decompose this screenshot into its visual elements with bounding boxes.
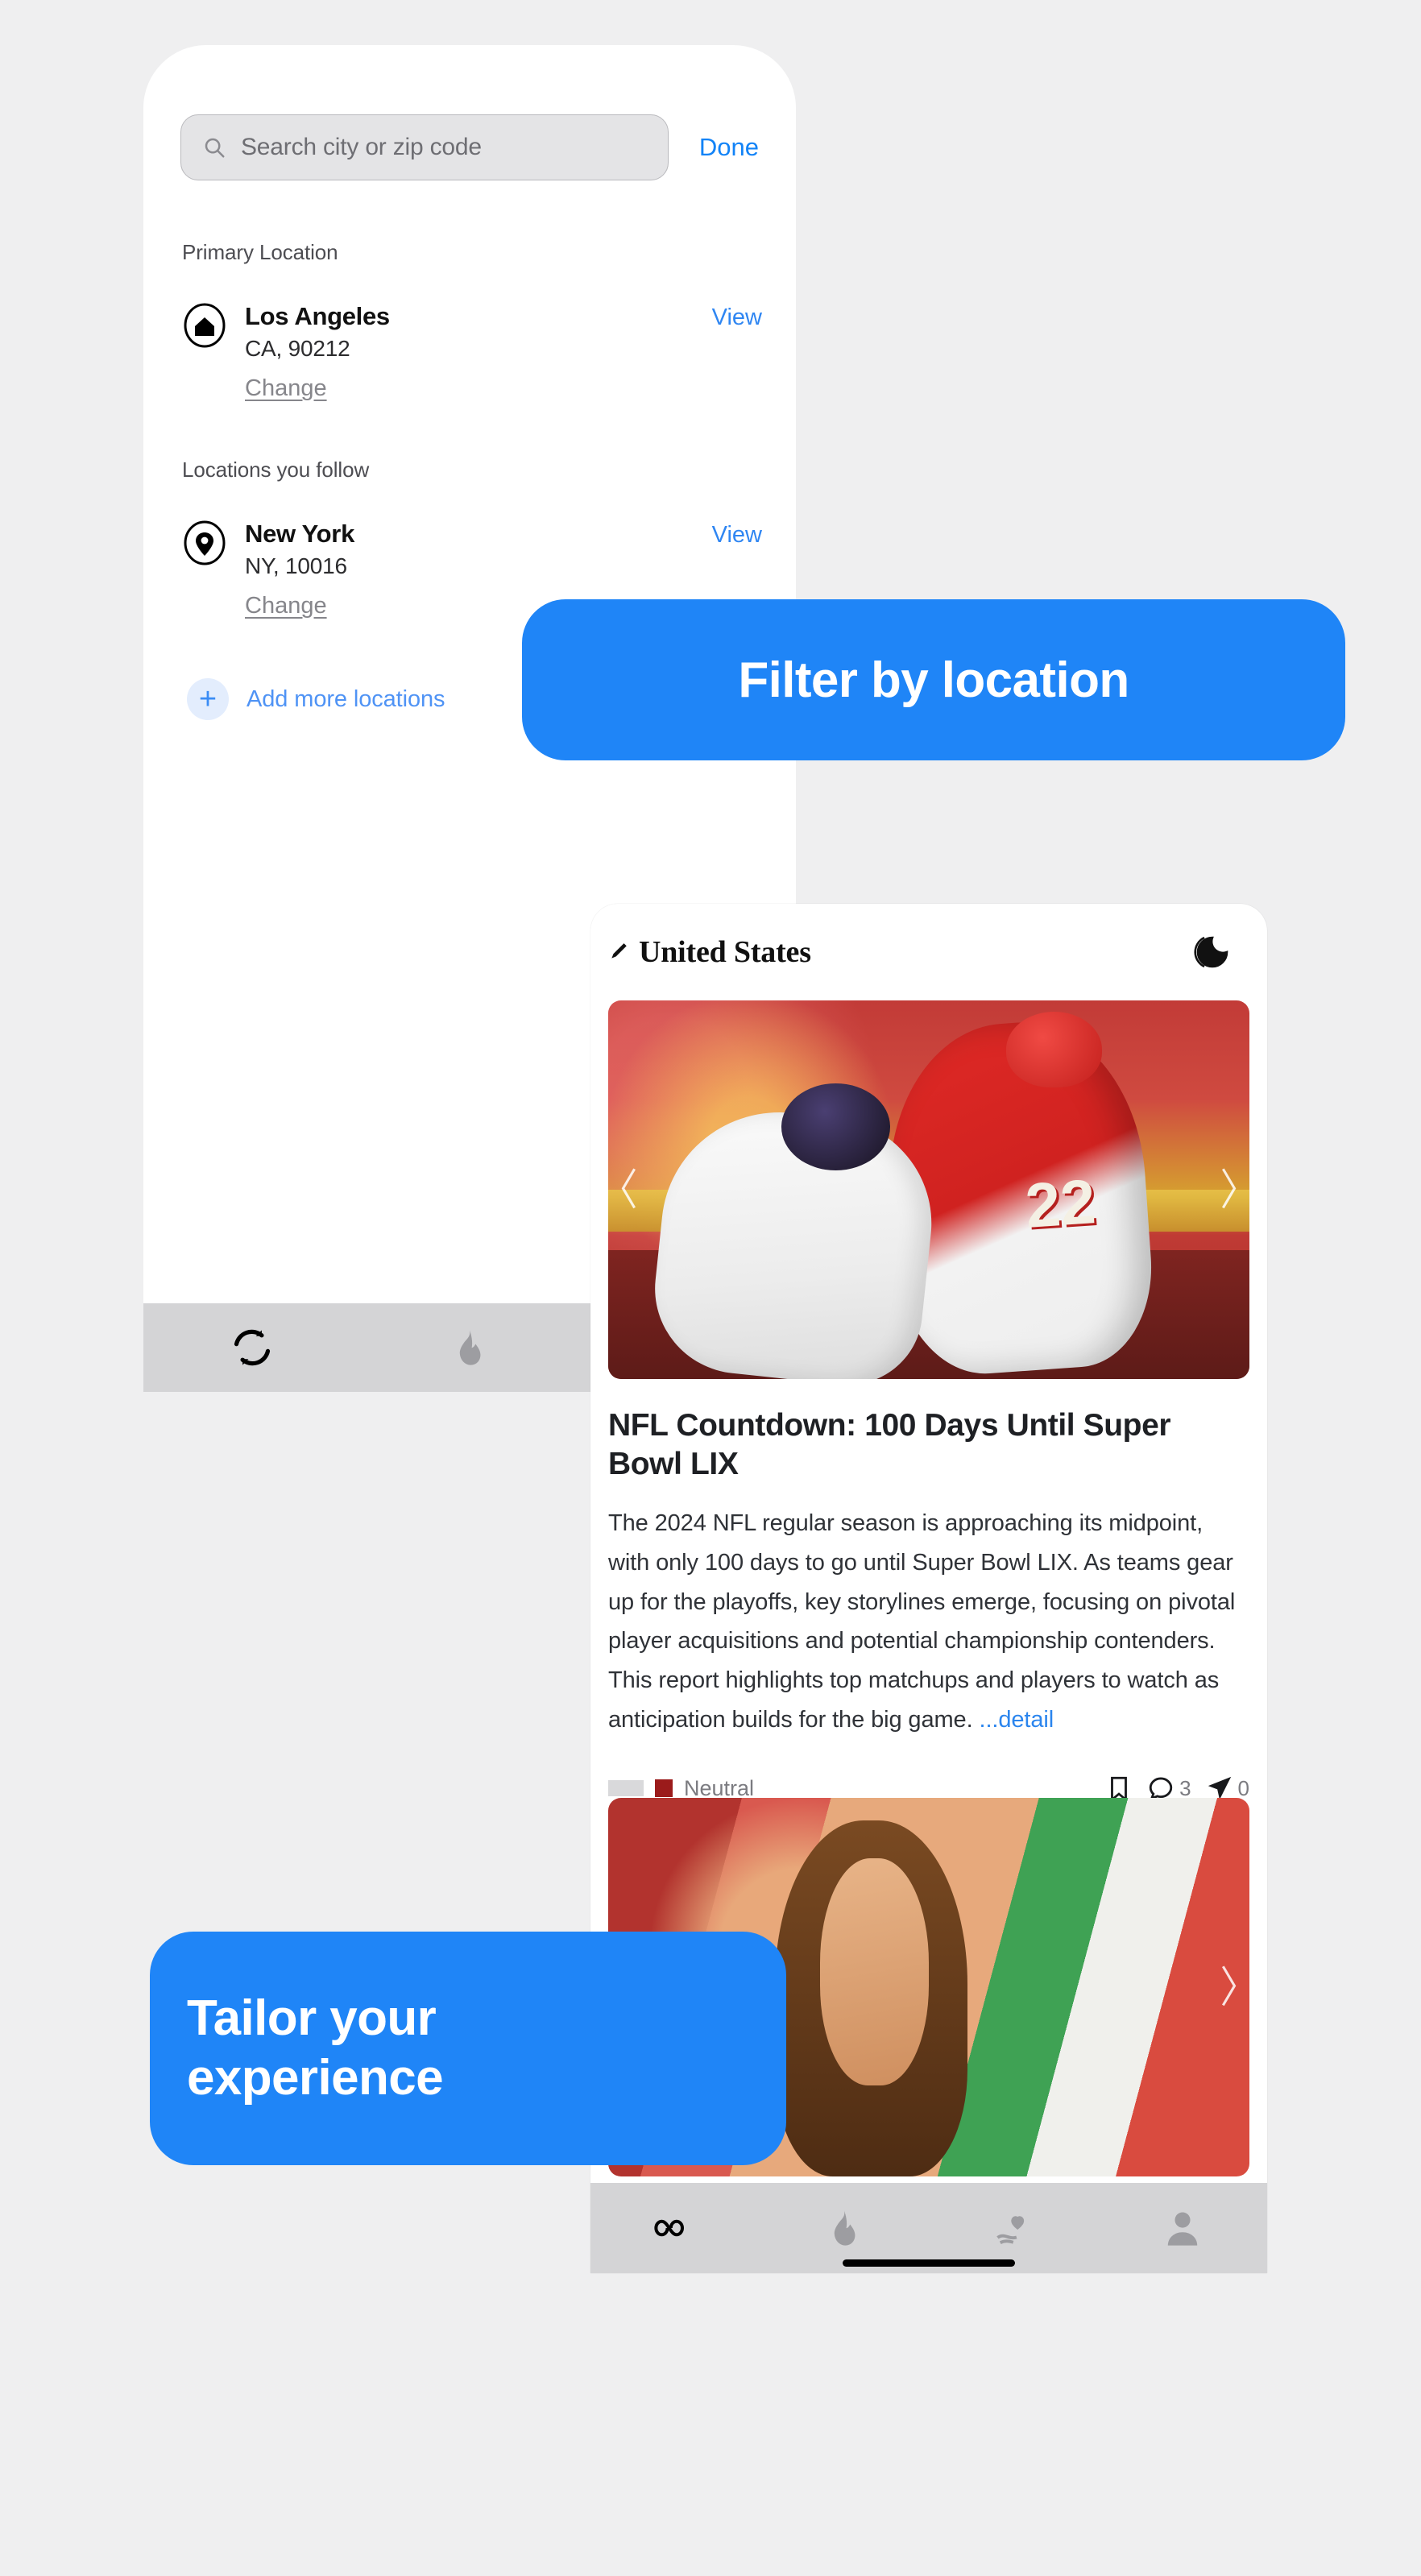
home-indicator [843, 2259, 1015, 2267]
screenshot-stage: Search city or zip code Done Primary Loc… [0, 0, 1421, 2576]
home-icon [182, 303, 227, 348]
tab-trending[interactable] [760, 2207, 929, 2249]
nfl-photo: 22 [608, 1000, 1249, 1379]
chevron-left-icon[interactable] [616, 1166, 644, 1214]
article-body-text: The 2024 NFL regular season is approachi… [608, 1510, 1236, 1733]
tab-for-you[interactable] [590, 2207, 760, 2249]
tab-favorites[interactable] [929, 2207, 1098, 2249]
tab-profile[interactable] [1098, 2207, 1267, 2249]
bottom-tab-bar-feed [590, 2183, 1267, 2273]
article-image[interactable]: 22 [608, 1000, 1249, 1379]
location-detail: NY, 10016 [245, 553, 347, 578]
add-more-locations-button[interactable]: + Add more locations [187, 678, 445, 720]
chevron-right-icon[interactable] [1214, 1963, 1241, 2011]
search-row: Search city or zip code Done [180, 114, 759, 180]
chevron-right-icon[interactable] [1214, 1166, 1241, 1214]
plus-icon: + [187, 678, 229, 720]
location-name: Los Angeles [245, 302, 390, 330]
detail-link[interactable]: ...detail [979, 1707, 1054, 1733]
callout-filter-by-location: Filter by location [522, 599, 1345, 760]
callout-tailor-line2: experience [187, 2050, 444, 2106]
tab-trending[interactable] [361, 1327, 578, 1369]
article-body: The 2024 NFL regular season is approachi… [608, 1504, 1249, 1739]
page-title: United States [639, 935, 811, 969]
location-detail: CA, 90212 [245, 335, 350, 361]
search-input[interactable]: Search city or zip code [180, 114, 669, 180]
pencil-icon[interactable] [608, 942, 629, 963]
sentiment-bar [608, 1780, 644, 1797]
change-link[interactable]: Change [245, 375, 327, 402]
sentiment-dot [655, 1779, 673, 1798]
feed-title-wrap[interactable]: United States [608, 934, 1191, 970]
article-card[interactable]: 22 NFL Countdown: 100 Days Until Super B… [590, 1000, 1267, 1828]
location-item-los-angeles[interactable]: Los Angeles CA, 90212 View Change [182, 301, 762, 402]
add-more-locations-label: Add more locations [246, 685, 445, 712]
search-icon [202, 135, 226, 159]
view-link[interactable]: View [712, 519, 762, 549]
article-title: NFL Countdown: 100 Days Until Super Bowl… [608, 1408, 1171, 1481]
moon-icon[interactable] [1191, 930, 1237, 975]
map-pin-icon [182, 520, 227, 565]
location-name: New York [245, 520, 355, 548]
locations-you-follow-label: Locations you follow [182, 458, 370, 482]
done-button[interactable]: Done [699, 133, 759, 162]
search-placeholder: Search city or zip code [241, 134, 482, 160]
callout-tailor-your-experience: Tailor your experience [150, 1932, 786, 2165]
primary-location-label: Primary Location [182, 240, 338, 264]
change-link[interactable]: Change [245, 593, 327, 619]
callout-tailor-line1: Tailor your [187, 1990, 437, 2046]
callout-filter-label: Filter by location [738, 652, 1129, 708]
tab-refresh[interactable] [143, 1327, 361, 1369]
view-link[interactable]: View [712, 301, 762, 331]
feed-header: United States [590, 904, 1267, 1000]
